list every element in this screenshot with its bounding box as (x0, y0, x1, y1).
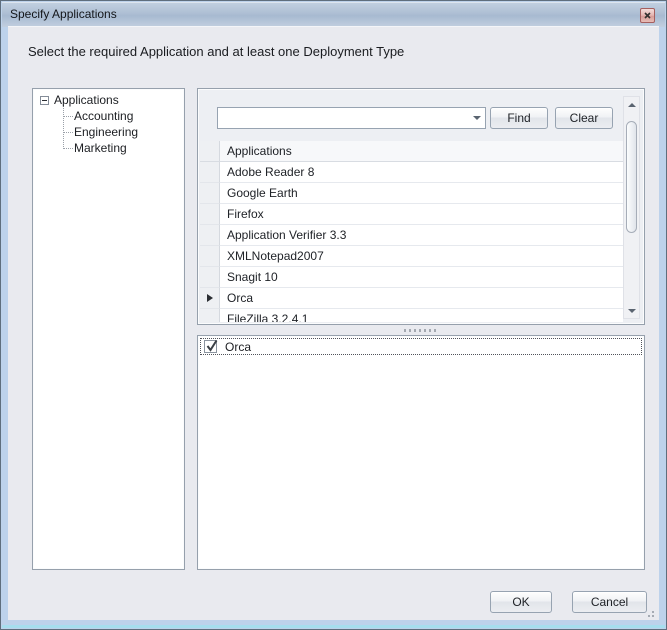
combobox-dropdown-button[interactable] (468, 108, 485, 128)
grid-cell: Application Verifier 3.3 (220, 225, 623, 246)
grid-header-row[interactable]: Applications (200, 141, 623, 162)
tree-node-label: Marketing (74, 141, 127, 155)
ok-button[interactable]: OK (490, 591, 552, 613)
instruction-text: Select the required Application and at l… (28, 44, 404, 59)
applications-grid: Applications Adobe Reader 8 Google Earth… (200, 141, 623, 322)
grid-cell: Firefox (220, 204, 623, 225)
tree-node-label: Applications (54, 93, 119, 107)
scroll-down-icon (628, 309, 636, 313)
clear-button[interactable]: Clear (555, 107, 613, 129)
tree-guide-stub (63, 148, 73, 149)
close-icon (644, 12, 651, 19)
search-combobox[interactable] (217, 107, 486, 129)
grid-cell: XMLNotepad2007 (220, 246, 623, 267)
tree-guide-stub (63, 116, 73, 117)
scroll-down-button[interactable] (624, 304, 639, 317)
grid-cell: FileZilla 3.2.4.1 (220, 309, 623, 322)
row-indicator-cell (200, 225, 220, 246)
tree-node-applications[interactable]: Applications (40, 92, 119, 108)
row-indicator-cell (200, 288, 220, 309)
chevron-down-icon (473, 116, 481, 120)
grid-row[interactable]: Snagit 10 (200, 267, 623, 288)
applications-list-panel: Find Clear Applications Adobe Reader 8 G… (197, 88, 645, 325)
window-frame-edge (2, 625, 665, 628)
cancel-button[interactable]: Cancel (572, 591, 647, 613)
grid-row[interactable]: Firefox (200, 204, 623, 225)
deployment-type-item[interactable]: Orca (200, 338, 642, 355)
dialog-title: Specify Applications (10, 2, 117, 27)
tree-node-label: Accounting (74, 109, 133, 123)
row-indicator-cell (200, 162, 220, 183)
check-icon (205, 339, 220, 354)
panel-splitter[interactable] (197, 325, 645, 335)
deployment-types-panel: Orca (197, 335, 645, 570)
checkbox-checked[interactable] (204, 340, 217, 353)
tree-node-marketing[interactable]: Marketing (74, 140, 127, 156)
vertical-scrollbar[interactable] (623, 96, 640, 319)
tree-node-accounting[interactable]: Accounting (74, 108, 133, 124)
titlebar: Specify Applications (2, 2, 665, 27)
row-indicator-cell (200, 267, 220, 288)
grid-row[interactable]: Google Earth (200, 183, 623, 204)
grid-row[interactable]: Adobe Reader 8 (200, 162, 623, 183)
row-indicator-cell (200, 246, 220, 267)
grid-cell: Orca (220, 288, 623, 309)
grid-row[interactable]: FileZilla 3.2.4.1 (200, 309, 623, 322)
find-button[interactable]: Find (490, 107, 548, 129)
grid-cell: Adobe Reader 8 (220, 162, 623, 183)
row-indicator-cell (200, 204, 220, 225)
splitter-grip-icon (404, 329, 438, 332)
tree-guide-line (63, 105, 64, 149)
grid-row[interactable]: Application Verifier 3.3 (200, 225, 623, 246)
grid-header-indicator-cell (200, 141, 220, 162)
applications-tree: Applications Accounting Engineering Mark… (33, 89, 184, 569)
dialog-body: Select the required Application and at l… (8, 26, 659, 620)
scroll-up-button[interactable] (624, 98, 639, 111)
row-indicator-cell (200, 183, 220, 204)
tree-guide-stub (63, 132, 73, 133)
grid-row-current[interactable]: Orca (200, 288, 623, 309)
current-row-icon (207, 294, 213, 302)
dialog-window: Specify Applications Select the required… (0, 0, 667, 630)
collapse-icon[interactable] (40, 96, 49, 105)
resize-grip-icon[interactable] (644, 607, 654, 617)
scrollbar-thumb[interactable] (626, 121, 637, 233)
tree-node-label: Engineering (74, 125, 138, 139)
scroll-up-icon (628, 103, 636, 107)
applications-tree-panel: Applications Accounting Engineering Mark… (32, 88, 185, 570)
grid-row[interactable]: XMLNotepad2007 (200, 246, 623, 267)
search-input[interactable] (218, 108, 468, 128)
grid-cell: Snagit 10 (220, 267, 623, 288)
deployment-type-label: Orca (225, 340, 251, 354)
row-indicator-cell (200, 309, 220, 322)
grid-cell: Google Earth (220, 183, 623, 204)
tree-node-engineering[interactable]: Engineering (74, 124, 138, 140)
grid-header-label: Applications (220, 141, 623, 162)
close-button[interactable] (640, 8, 655, 23)
